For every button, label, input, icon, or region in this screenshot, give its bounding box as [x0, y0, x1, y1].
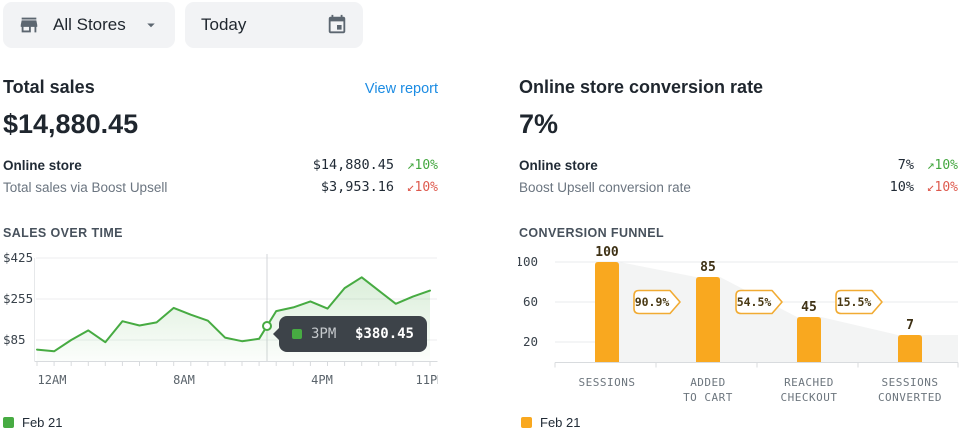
trend-value: 10% [935, 180, 958, 195]
metric-value: $14,880.45 [313, 157, 394, 173]
sales-over-time-title: SALES OVER TIME [3, 226, 438, 240]
store-icon [18, 14, 40, 36]
trend-value: 10% [935, 158, 958, 173]
svg-text:60: 60 [523, 294, 538, 309]
conversion-panel: Online store conversion rate 7% Online s… [519, 70, 958, 240]
date-selector-button[interactable]: Today [185, 2, 363, 48]
trend-value: 10% [415, 180, 438, 195]
svg-text:ADDED: ADDED [690, 376, 726, 389]
svg-text:100: 100 [595, 245, 619, 260]
trend-indicator: ↙10% [394, 180, 438, 195]
svg-text:100: 100 [518, 254, 538, 269]
metric-label: Total sales via Boost Upsell [3, 180, 167, 195]
conversion-metrics: Online store 7% ↗10% Boost Upsell conver… [519, 154, 958, 198]
legend-label: Feb 21 [22, 415, 62, 430]
sales-chart-legend: Feb 21 [3, 415, 62, 430]
date-selector-label: Today [201, 15, 246, 35]
metric-value: $3,953.16 [321, 179, 394, 195]
total-sales-panel: Total sales View report $14,880.45 Onlin… [3, 70, 438, 240]
trend-value: 10% [415, 158, 438, 173]
svg-text:SESSIONS: SESSIONS [579, 376, 636, 389]
chart-tooltip: 3PM $380.45 [279, 316, 427, 352]
svg-text:$255: $255 [3, 291, 33, 306]
total-sales-metrics: Online store $14,880.45 ↗10% Total sales… [3, 154, 438, 198]
metric-value: 7% [898, 157, 914, 173]
svg-text:12AM: 12AM [38, 373, 67, 387]
metric-row: Boost Upsell conversion rate 10% ↙10% [519, 176, 958, 198]
svg-text:15.5%: 15.5% [837, 295, 872, 309]
svg-text:$85: $85 [3, 332, 26, 347]
svg-text:45: 45 [801, 300, 817, 315]
total-sales-header: Total sales View report [3, 70, 438, 98]
svg-text:7: 7 [906, 318, 914, 333]
metric-row: Online store 7% ↗10% [519, 154, 958, 176]
legend-label: Feb 21 [540, 415, 580, 430]
svg-text:TO CART: TO CART [683, 391, 733, 404]
svg-text:85: 85 [700, 260, 716, 275]
legend-swatch-amber [521, 417, 532, 428]
view-report-link[interactable]: View report [365, 81, 438, 97]
svg-text:11PM: 11PM [416, 373, 438, 387]
svg-text:REACHED: REACHED [784, 376, 834, 389]
conversion-header: Online store conversion rate [519, 70, 958, 98]
svg-text:54.5%: 54.5% [737, 295, 772, 309]
panel-title: Total sales [3, 77, 95, 98]
store-selector-label: All Stores [53, 15, 126, 35]
chevron-down-icon [142, 16, 160, 34]
legend-swatch-green [3, 417, 14, 428]
tooltip-time: 3PM [311, 326, 336, 342]
trend-indicator: ↗10% [914, 158, 958, 173]
trend-up-icon: ↗ [407, 158, 415, 173]
svg-text:$425: $425 [3, 250, 33, 265]
metric-value: 10% [890, 179, 914, 195]
funnel-chart-legend: Feb 21 [521, 415, 580, 430]
analytics-dashboard: All Stores Today Total sales View report… [0, 0, 960, 431]
trend-up-icon: ↗ [927, 158, 935, 173]
svg-text:SESSIONS: SESSIONS [882, 376, 939, 389]
svg-text:20: 20 [523, 334, 538, 349]
metric-label: Online store [3, 158, 82, 173]
series-swatch [292, 329, 302, 339]
metric-label: Boost Upsell conversion rate [519, 180, 691, 195]
trend-indicator: ↗10% [394, 158, 438, 173]
trend-indicator: ↙10% [914, 180, 958, 195]
trend-down-icon: ↙ [927, 180, 935, 195]
conversion-funnel-chart[interactable]: 100 60 20 100 85 45 7 90.9% 54.5% 15.5% SESSIONS AD… [518, 245, 960, 410]
svg-text:4PM: 4PM [311, 373, 333, 387]
calendar-icon [326, 14, 348, 36]
svg-text:CONVERTED: CONVERTED [878, 391, 942, 404]
panel-title: Online store conversion rate [519, 77, 763, 98]
topbar: All Stores Today [3, 2, 363, 48]
svg-text:CHECKOUT: CHECKOUT [781, 391, 838, 404]
conversion-value: 7% [519, 109, 958, 140]
metric-row: Online store $14,880.45 ↗10% [3, 154, 438, 176]
tooltip-value: $380.45 [355, 326, 414, 342]
svg-text:90.9%: 90.9% [635, 295, 670, 309]
conversion-funnel-title: CONVERSION FUNNEL [519, 226, 958, 240]
svg-text:8AM: 8AM [173, 373, 195, 387]
trend-down-icon: ↙ [407, 180, 415, 195]
store-selector-button[interactable]: All Stores [3, 2, 175, 48]
metric-row: Total sales via Boost Upsell $3,953.16 ↙… [3, 176, 438, 198]
metric-label: Online store [519, 158, 598, 173]
total-sales-value: $14,880.45 [3, 109, 438, 140]
